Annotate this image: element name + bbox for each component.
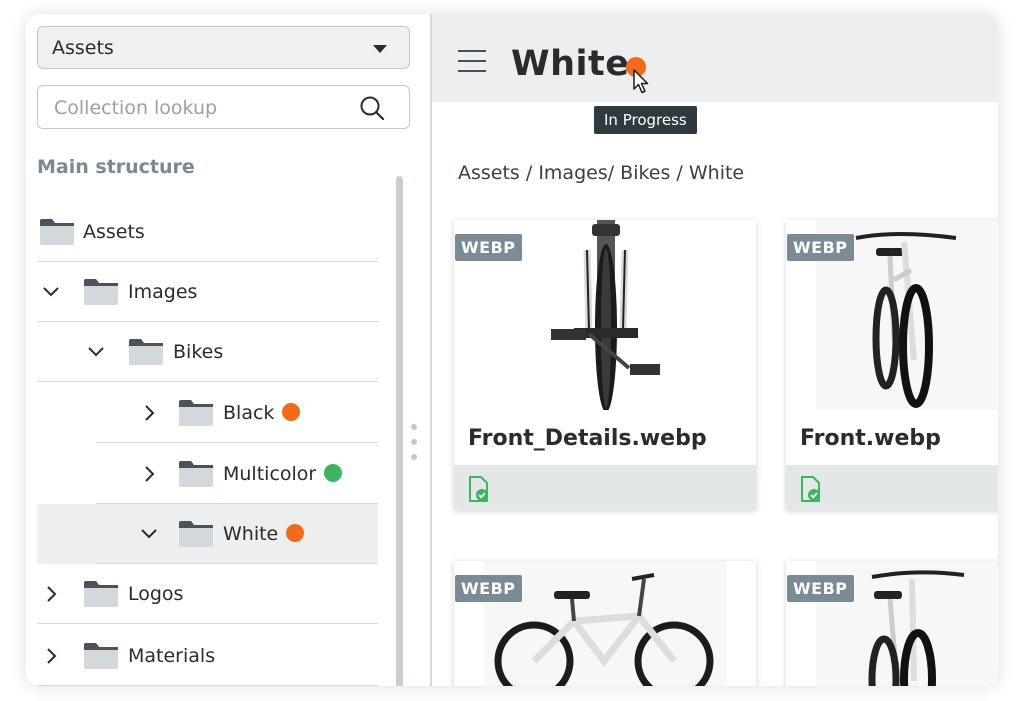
tree-item-text: White [223,523,279,545]
status-dot-in-progress[interactable] [282,403,301,421]
status-dot-done[interactable] [324,464,343,482]
chevron-down-icon[interactable] [88,344,104,360]
asset-card[interactable]: WEBP Front_Details.webp [454,220,756,510]
format-badge: WEBP [455,575,522,602]
format-badge: WEBP [455,234,522,261]
chevron-down-icon[interactable] [141,526,157,542]
status-dot-in-progress[interactable] [286,524,305,542]
chevron-right-icon[interactable] [43,586,59,602]
tree-item-text: Black [223,402,275,424]
tree-item-text: Logos [128,583,184,605]
collection-select[interactable]: Assets [37,26,410,69]
tree-item-text: Materials [128,645,216,667]
section-title: Main structure [37,156,195,178]
collection-content: White In Progress Assets / Images/ Bikes… [432,14,998,686]
search-icon[interactable] [359,95,385,121]
tree-item-images[interactable]: Images [37,262,378,322]
tree-item-black[interactable]: Black [96,383,378,443]
chevron-right-icon[interactable] [141,466,157,482]
asset-card-footer [454,465,756,510]
tree-item-multicolor[interactable]: Multicolor [96,444,378,504]
caret-down-icon [373,45,387,53]
folder-icon [84,279,118,305]
collection-search [37,85,410,129]
folder-icon [40,219,74,245]
folder-icon [179,400,213,426]
hamburger-menu-icon[interactable] [458,50,486,72]
collection-select-value: Assets [52,37,114,59]
format-badge: WEBP [787,575,854,602]
folder-icon [84,643,118,669]
folder-icon [129,339,163,365]
collection-search-input[interactable] [52,94,356,122]
asset-card[interactable]: WEBP [786,561,998,686]
sidebar-scrollbar[interactable] [396,176,403,686]
asset-name: Front_Details.webp [468,426,707,451]
tree-item-label: Assets [83,221,145,243]
tree-item-label: White [223,523,305,545]
folder-icon [84,581,118,607]
tree-item-label: Logos [128,583,183,605]
file-check-icon [469,476,488,502]
tree-item-bikes[interactable]: Bikes [37,322,378,382]
tree-item-text: Assets [83,221,145,243]
folder-icon [179,461,213,487]
app-window: Assets Main structure Assets Images Bikes B… [26,14,998,686]
tree-item-text: Bikes [173,341,224,363]
tree-item-label: Multicolor [223,463,343,485]
tree-item-label: Materials [128,645,215,667]
chevron-down-icon[interactable] [43,284,59,300]
breadcrumb: Assets / Images/ Bikes / White [458,162,745,184]
content-header: White [432,14,998,102]
asset-card[interactable]: WEBP Front.webp [786,220,998,510]
folder-icon [179,521,213,547]
tree-item-label: Bikes [173,341,223,363]
tree-item-materials[interactable]: Materials [37,626,378,686]
format-badge: WEBP [787,234,854,261]
tree-item-label: Black [223,402,301,424]
tree-item-assets[interactable]: Assets [37,202,378,262]
file-check-icon [801,476,820,502]
tree-item-text: Multicolor [223,463,317,485]
chevron-right-icon[interactable] [141,405,157,421]
collection-sidebar: Assets Main structure Assets Images Bikes B… [26,14,430,686]
asset-card[interactable]: WEBP [454,561,756,686]
tree-item-text: Images [128,281,198,303]
page-title: White [511,44,630,84]
tree-item-label: Images [128,281,197,303]
tree-item-logos[interactable]: Logos [37,564,378,624]
drag-handle-icon[interactable] [410,424,418,474]
tree-item-white[interactable]: White [37,504,378,564]
asset-card-footer [786,465,998,510]
status-tooltip: In Progress [594,106,697,134]
asset-name: Front.webp [800,426,941,451]
mouse-cursor-icon [633,69,649,94]
chevron-right-icon[interactable] [43,648,59,664]
